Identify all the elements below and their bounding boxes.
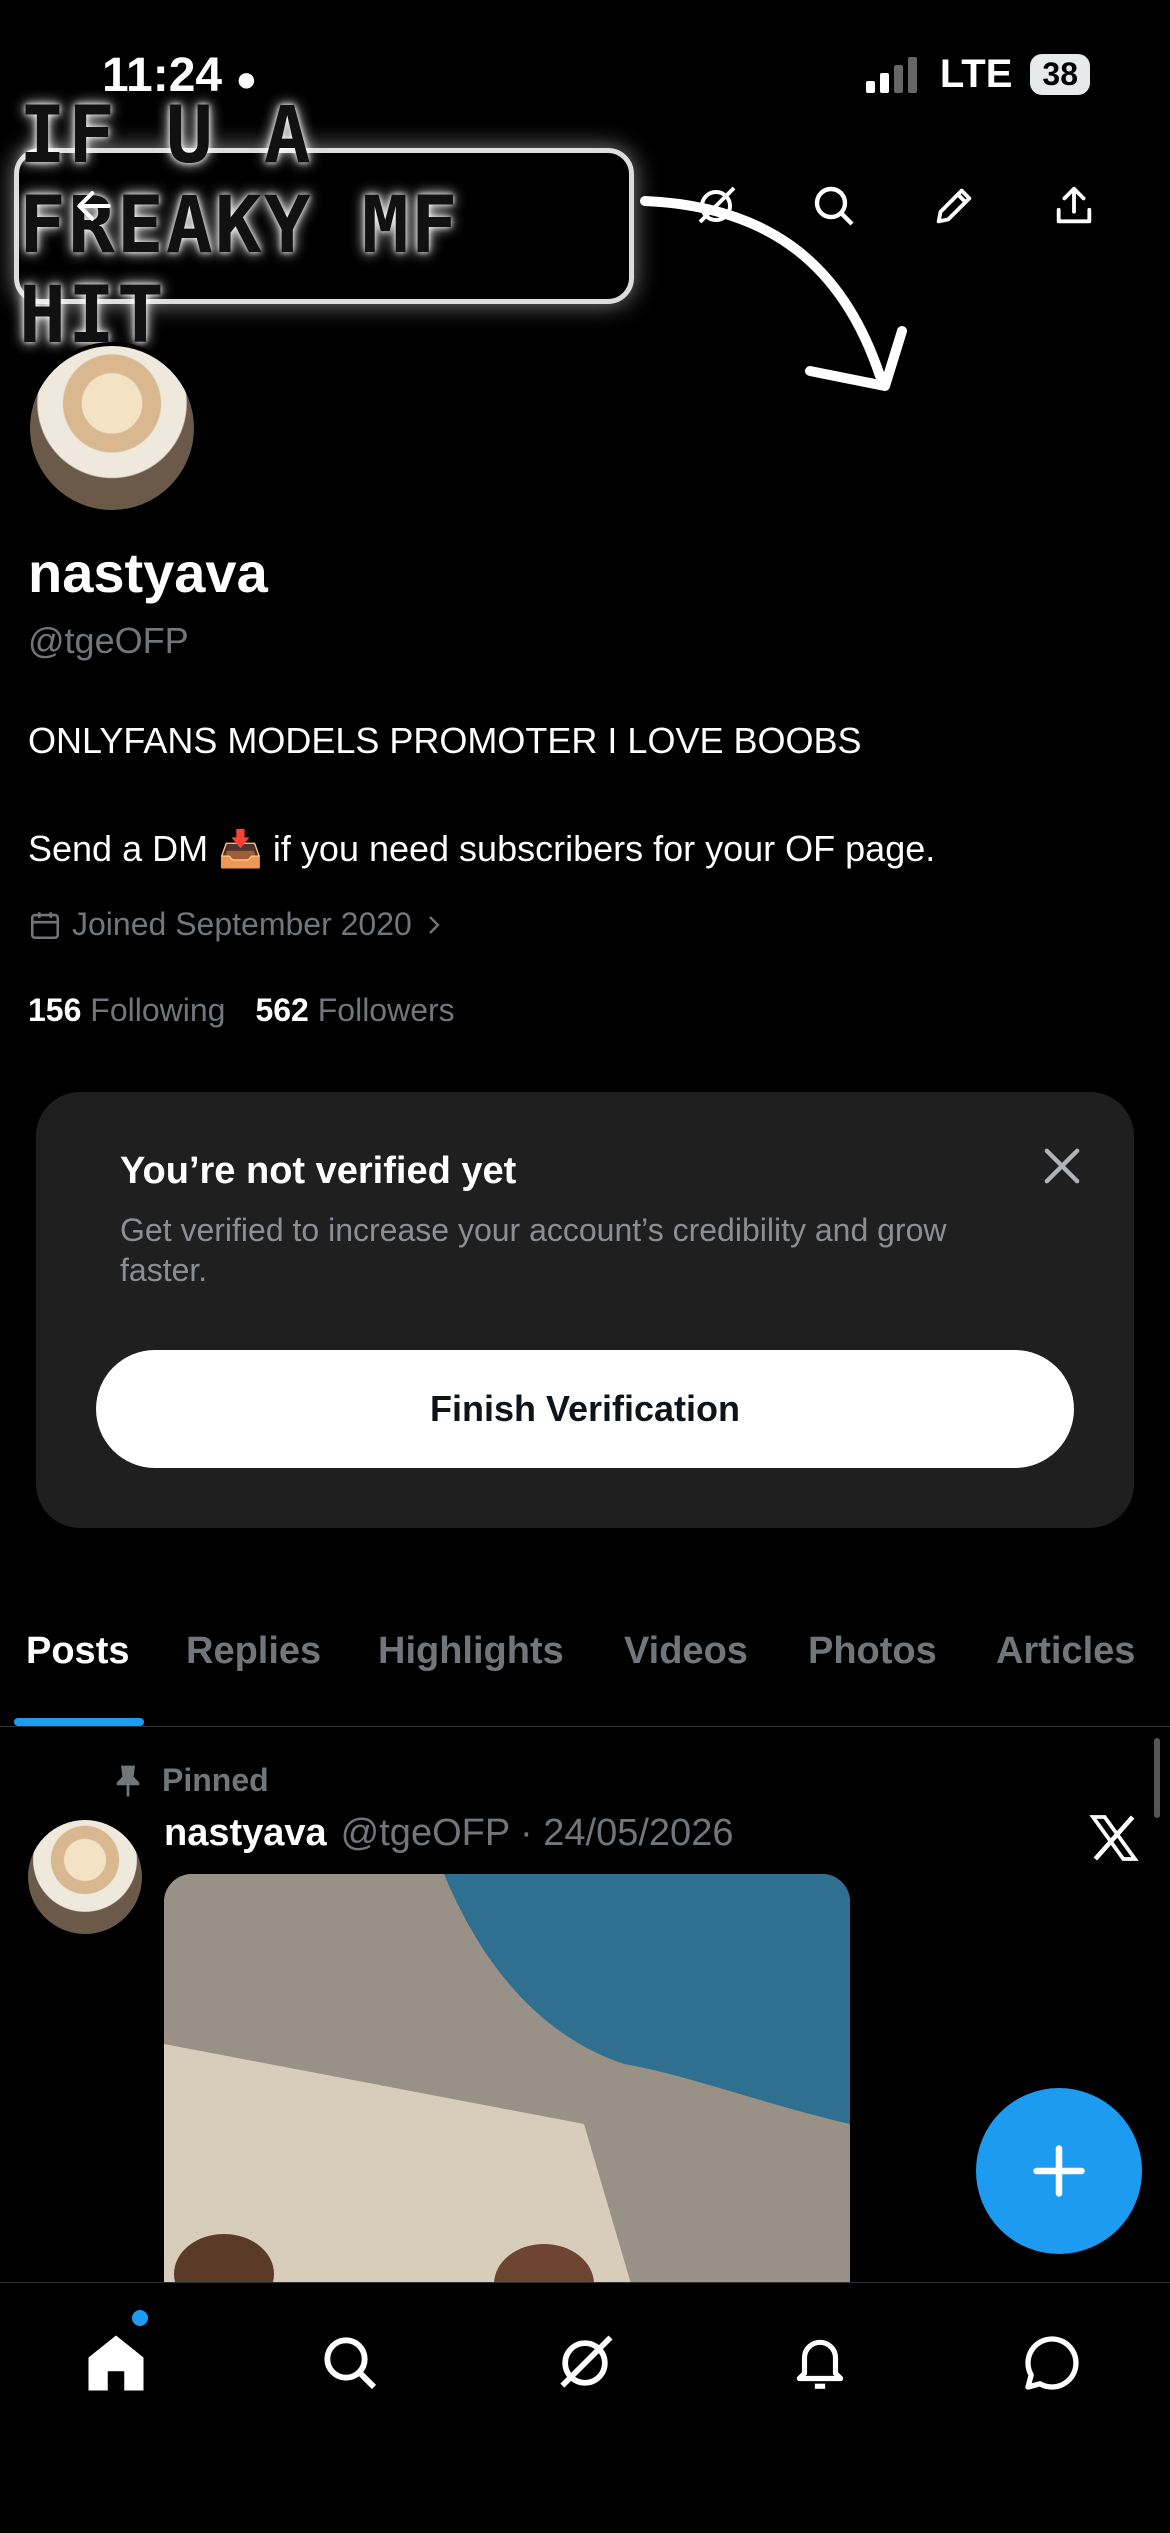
tab-posts[interactable]: Posts [26,1630,129,1673]
bio-line-1: ONLYFANS MODELS PROMOTER I LOVE BOOBS [28,720,862,761]
grok-icon [560,2335,613,2388]
battery-indicator: 38 [1030,54,1090,95]
followers-label: Followers [317,992,455,1028]
back-arrow-icon [77,191,111,221]
following-link[interactable]: 156 Following [28,992,225,1029]
inbox-tray-icon: 📥 [218,828,263,869]
tab-photos[interactable]: Photos [808,1630,937,1673]
messages-icon [1025,2336,1079,2390]
tab-highlights[interactable]: Highlights [378,1630,564,1673]
plus-icon [1033,2145,1085,2197]
verification-title: You’re not verified yet [120,1150,517,1192]
edit-icon [936,188,972,224]
post-header: nastyava @tgeOFP · 24/05/2026 [164,1812,733,1855]
post-author-name[interactable]: nastyava [164,1812,327,1855]
follow-stats: 156 Following 562 Followers [28,992,455,1029]
pinned-indicator: Pinned [114,1762,269,1799]
joined-text: Joined September 2020 [72,906,412,942]
banner-arrow-icon [640,196,907,391]
profile-avatar[interactable] [26,342,198,514]
edit-button[interactable] [918,170,990,242]
bio-line-2-prefix: Send a DM [28,828,209,869]
pinned-label: Pinned [162,1762,269,1798]
tab-replies[interactable]: Replies [186,1630,321,1673]
pin-icon [116,1765,140,1796]
finish-verification-button[interactable]: Finish Verification [96,1350,1074,1468]
nav-search[interactable] [310,2323,390,2403]
bio-line-2: Send a DM 📥 if you need subscribers for … [28,828,935,870]
status-indicators: LTE 38 [865,52,1090,97]
active-tab-indicator [14,1718,144,1726]
followers-link[interactable]: 562 Followers [255,992,454,1029]
post-avatar[interactable] [28,1820,142,1934]
followers-count: 562 [255,992,309,1028]
nav-grok[interactable] [545,2323,625,2403]
back-button[interactable] [58,170,130,242]
tab-articles[interactable]: Articles [996,1630,1135,1673]
verification-description: Get verified to increase your account’s … [120,1212,947,1288]
close-card-button[interactable] [1036,1140,1088,1192]
close-icon [1044,1148,1080,1184]
bio-line-2-suffix: if you need subscribers for your OF page… [272,828,936,869]
profile-handle: @tgeOFP [28,620,189,661]
following-label: Following [90,992,226,1028]
nav-notifications[interactable] [780,2323,860,2403]
profile-tabs: Posts Replies Highlights Videos Photos A… [0,1630,1170,1727]
bottom-nav [0,2282,1170,2533]
following-count: 156 [28,992,82,1028]
post-media-image [164,1874,850,2294]
chevron-right-icon [428,915,440,934]
compose-post-button[interactable] [976,2088,1142,2254]
home-icon [88,2335,144,2391]
calendar-icon [30,911,60,939]
search-icon [324,2337,377,2390]
nav-messages[interactable] [1012,2323,1092,2403]
post-meta: @tgeOFP · 24/05/2026 [340,1812,734,1854]
tab-videos[interactable]: Videos [624,1630,748,1673]
signal-icon [865,56,917,93]
scroll-indicator[interactable] [1154,1738,1160,1818]
post-media[interactable] [164,1874,850,2294]
profile-name: nastyava [28,541,268,604]
network-label: LTE [939,52,1013,96]
share-icon [1056,186,1092,224]
nav-home[interactable] [76,2323,156,2403]
x-logo-icon[interactable] [1086,1810,1142,1866]
share-button[interactable] [1038,170,1110,242]
home-notification-dot [132,2310,148,2326]
notifications-icon [796,2339,844,2389]
joined-date[interactable]: Joined September 2020 [28,906,446,943]
